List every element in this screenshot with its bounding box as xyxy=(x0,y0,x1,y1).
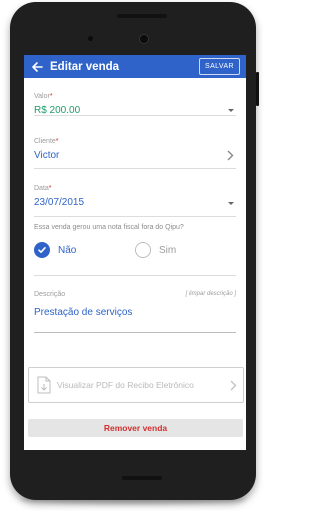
data-field[interactable]: Data* 23/07/2015 xyxy=(34,169,236,217)
valor-value: R$ 200.00 xyxy=(34,105,81,116)
view-pdf-label: Visualizar PDF do Recibo Eletrônico xyxy=(57,380,194,390)
save-button[interactable]: SALVAR xyxy=(199,58,240,75)
app-bar: Editar venda SALVAR xyxy=(24,55,246,78)
chevron-right-icon xyxy=(230,380,237,390)
data-value: 23/07/2015 xyxy=(34,197,85,208)
dropdown-caret-icon xyxy=(228,202,234,205)
radio-option-nao[interactable]: Não xyxy=(34,242,134,258)
chevron-right-icon xyxy=(227,150,234,161)
bottom-speaker xyxy=(122,476,162,480)
power-button xyxy=(256,72,259,106)
page-title: Editar venda xyxy=(50,60,120,73)
nota-fiscal-section: Essa venda gerou uma nota fiscal fora do… xyxy=(34,217,236,276)
radio-option-sim[interactable]: Sim xyxy=(134,242,234,258)
earpiece xyxy=(117,14,167,18)
remove-sale-button[interactable]: Remover venda xyxy=(28,419,243,437)
cliente-value: Victor xyxy=(34,150,60,161)
radio-label-sim: Sim xyxy=(159,244,177,256)
valor-field[interactable]: Valor* R$ 200.00 xyxy=(34,78,236,116)
back-arrow-icon[interactable] xyxy=(26,55,48,78)
descricao-value: Prestação de serviços xyxy=(34,307,133,318)
radio-unchecked-icon xyxy=(135,242,151,258)
view-pdf-button[interactable]: Visualizar PDF do Recibo Eletrônico xyxy=(28,367,244,403)
app-screen: Editar venda SALVAR Valor* R$ 200.00 Cli… xyxy=(24,55,246,450)
nota-fiscal-question: Essa venda gerou uma nota fiscal fora do… xyxy=(34,224,184,231)
radio-checked-icon xyxy=(34,242,50,258)
radio-label-nao: Não xyxy=(58,244,77,256)
clear-description-link[interactable]: [ limpar descrição ] xyxy=(186,291,236,297)
valor-label: Valor* xyxy=(34,93,53,100)
dropdown-caret-icon xyxy=(228,109,234,112)
descricao-label: Descrição xyxy=(34,291,66,298)
data-label: Data* xyxy=(34,185,52,192)
cliente-field[interactable]: Cliente* Victor xyxy=(34,116,236,169)
sensor xyxy=(88,36,93,41)
document-icon xyxy=(37,376,51,394)
descricao-field[interactable]: Descrição [ limpar descrição ] Prestação… xyxy=(34,276,236,333)
cliente-label: Cliente* xyxy=(34,138,59,145)
radio-group: Não Sim xyxy=(34,238,234,262)
form: Valor* R$ 200.00 Cliente* Victor Data* 2… xyxy=(24,78,246,333)
front-camera xyxy=(139,34,149,44)
